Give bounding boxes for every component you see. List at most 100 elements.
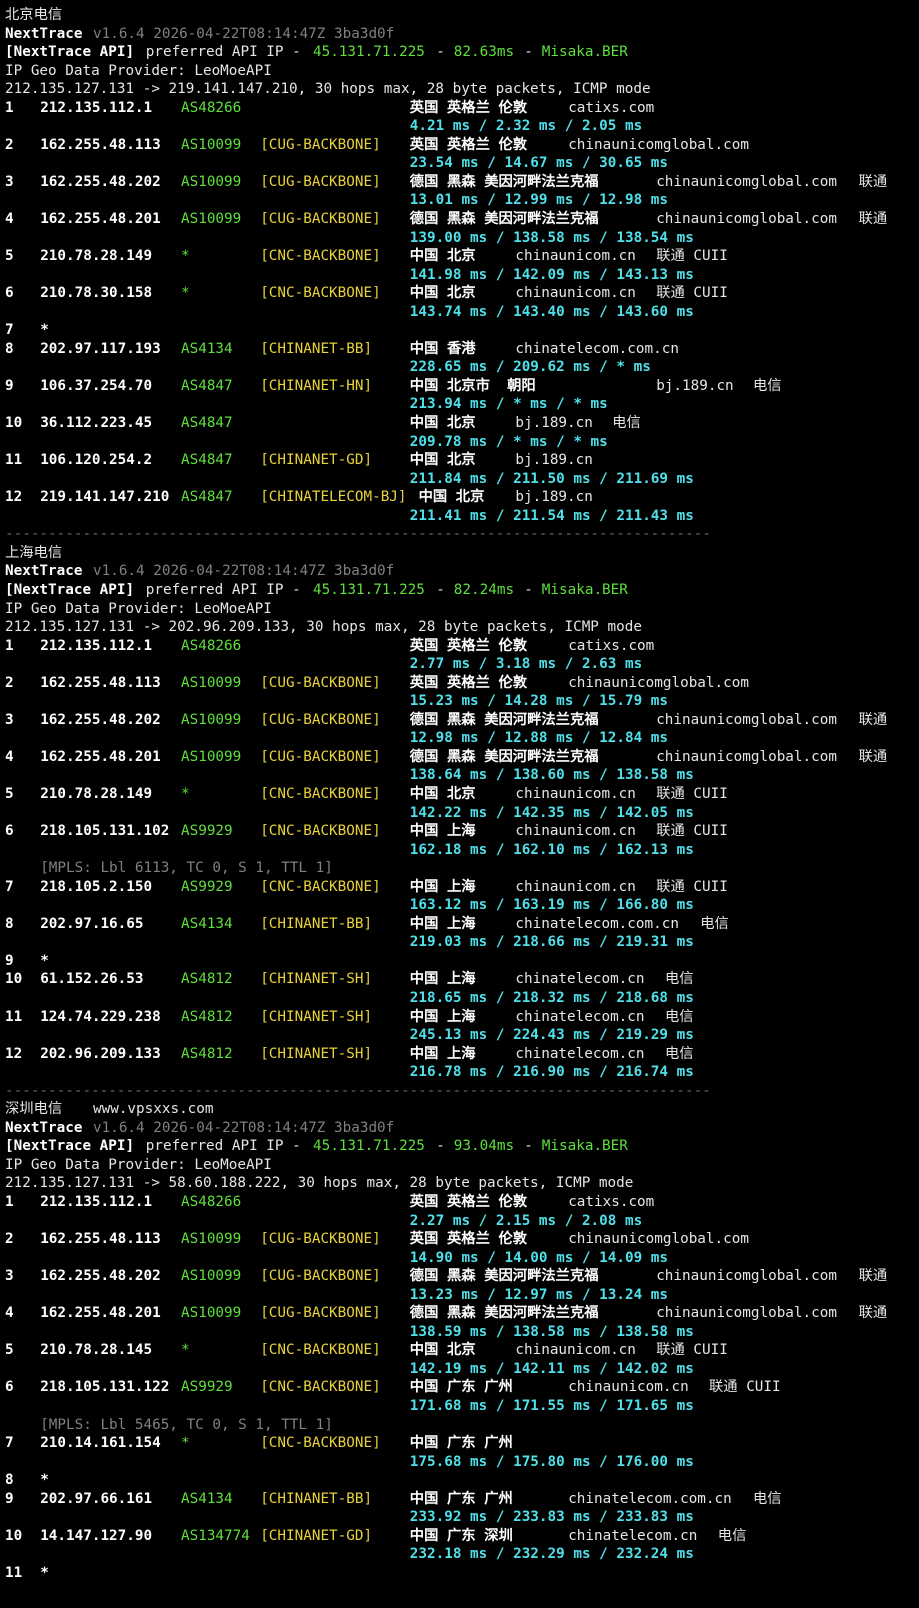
hop-rtt: 209.78 ms / * ms / * ms (409, 433, 608, 450)
hop-rtt-row: 2.27 ms / 2.15 ms / 2.08 ms (5, 1212, 919, 1231)
api-latency: 82.63ms (453, 44, 515, 61)
hop-row: 6 218.105.131.102 AS9929 [CNC-BACKBONE] 中国 上… (5, 822, 919, 841)
hop-row: 10 36.112.223.45 AS4847 中国 北京 bj.189.cn 电信 (5, 414, 919, 433)
hop-hostname: chinaunicomglobal.com (656, 711, 837, 728)
hop-hostname: chinaunicom.cn (515, 878, 636, 895)
hop-rtt-row: 209.78 ms / * ms / * ms (5, 433, 919, 452)
mpls-label: [MPLS: Lbl 6113, TC 0, S 1, TTL 1] (40, 860, 333, 877)
hop-asn: * (181, 248, 190, 265)
hop-ip: 218.105.131.102 (40, 823, 170, 840)
hop-rtt: 232.18 ms / 232.29 ms / 232.24 ms (409, 1546, 694, 1563)
version-line: NextTrace v1.6.4 2026-04-22T08:14:47Z 3ba… (5, 25, 919, 44)
hop-number: 11 (5, 1564, 23, 1581)
watermark-text: www.vpsxxs.com (93, 1101, 214, 1118)
hop-asn: AS9929 (181, 823, 233, 840)
hop-network-tag: [CHINANET-GD] (260, 1527, 373, 1544)
hop-row: 3 162.255.48.202 AS10099 [CUG-BACKBONE] 德国 黑… (5, 1267, 919, 1286)
hop-ip: 162.255.48.113 (40, 1231, 161, 1248)
hop-asn: AS48266 (181, 1194, 242, 1210)
hop-network-tag: [CNC-BACKBONE] (260, 785, 381, 802)
hop-geo: 德国 黑森 美因河畔法兰克福 (409, 711, 599, 728)
hop-ip: 202.97.16.65 (40, 915, 144, 932)
hop-isp: 联通 (858, 1268, 888, 1285)
hop-row: 7 210.14.161.154 * [CNC-BACKBONE] 中国 广东 广州 (5, 1434, 919, 1453)
hop-number: 1 (5, 99, 14, 116)
hop-hostname: catixs.com (568, 99, 655, 116)
hop-ip: 124.74.229.238 (40, 1008, 161, 1025)
hop-geo: 英国 英格兰 伦敦 (409, 1231, 528, 1248)
api-dash: - (524, 581, 533, 598)
hop-network-tag: [CNC-BACKBONE] (260, 823, 381, 840)
hop-rtt-row: 23.54 ms / 14.67 ms / 30.65 ms (5, 154, 919, 173)
hop-row: 8 202.97.16.65 AS4134 [CHINANET-BB] 中国 上海 chi… (5, 915, 919, 934)
hop-ip: 210.78.30.158 (40, 285, 153, 302)
hop-rtt: 139.00 ms / 138.58 ms / 138.54 ms (409, 229, 694, 246)
hop-ip: 162.255.48.113 (40, 674, 161, 691)
hop-network-tag: [CUG-BACKBONE] (260, 136, 381, 153)
hop-rtt: 13.01 ms / 12.99 ms / 12.98 ms (409, 192, 669, 209)
hop-number: 12 (5, 489, 23, 506)
hop-hostname: chinatelecom.com.cn (515, 340, 679, 357)
route-summary: 212.135.127.131 -> 202.96.209.133, 30 ho… (5, 619, 642, 636)
hop-geo: 中国 北京 (409, 452, 476, 469)
hop-hostname: bj.189.cn (656, 377, 734, 394)
hop-row: 6 210.78.30.158 * [CNC-BACKBONE] 中国 北京 chinau… (5, 284, 919, 303)
api-node: Misaka.BER (541, 581, 628, 598)
version-line: NextTrace v1.6.4 2026-04-22T08:14:47Z 3ba… (5, 1119, 919, 1138)
route-summary: 212.135.127.131 -> 58.60.188.222, 30 hop… (5, 1175, 634, 1192)
hop-network-tag: [CNC-BACKBONE] (260, 878, 381, 895)
geo-provider-line: IP Geo Data Provider: LeoMoeAPI (5, 62, 919, 81)
hop-row: 2 162.255.48.113 AS10099 [CUG-BACKBONE] 英国 英… (5, 1230, 919, 1249)
hop-isp: 联通 CUII (656, 1342, 728, 1359)
hop-number: 6 (5, 285, 14, 302)
hop-hostname: chinaunicomglobal.com (656, 1268, 837, 1285)
hop-isp: 电信 (665, 971, 694, 988)
hop-rtt: 141.98 ms / 142.09 ms / 143.13 ms (409, 266, 694, 283)
hop-ip: * (40, 952, 49, 969)
hop-number: 10 (5, 971, 23, 988)
hop-geo: 中国 北京市 朝阳 (409, 377, 536, 394)
hop-ip: * (40, 322, 49, 339)
hop-hostname: chinatelecom.cn (568, 1527, 698, 1544)
hop-hostname: chinaunicomglobal.com (656, 211, 837, 228)
hop-ip: 202.97.117.193 (40, 340, 161, 357)
hop-ip: 210.14.161.154 (40, 1435, 161, 1452)
hop-row: 7 218.105.2.150 AS9929 [CNC-BACKBONE] 中国 上海 c… (5, 878, 919, 897)
hop-row: 5 210.78.28.149 * [CNC-BACKBONE] 中国 北京 chinau… (5, 247, 919, 266)
hop-network-tag: [CUG-BACKBONE] (260, 1231, 381, 1248)
hop-number: 3 (5, 1268, 14, 1285)
mpls-row: [MPLS: Lbl 6113, TC 0, S 1, TTL 1] (5, 859, 919, 878)
hop-geo: 中国 北京 (409, 248, 476, 265)
hop-isp: 电信 (717, 1527, 747, 1544)
api-latency: 82.24ms (453, 581, 515, 598)
hop-rtt: 138.64 ms / 138.60 ms / 138.58 ms (409, 767, 694, 784)
hop-rtt-row: 216.78 ms / 216.90 ms / 216.74 ms (5, 1063, 919, 1082)
hop-number: 10 (5, 415, 23, 432)
hop-row: 2 162.255.48.113 AS10099 [CUG-BACKBONE] 英国 英… (5, 674, 919, 693)
hop-number: 2 (5, 136, 14, 153)
hop-geo: 中国 广东 深圳 (409, 1527, 513, 1544)
hop-hostname: chinaunicomglobal.com (656, 1305, 837, 1322)
section-title: 北京电信 (5, 6, 919, 25)
hop-asn: AS4812 (181, 1008, 233, 1025)
hop-rtt: 219.03 ms / 218.66 ms / 219.31 ms (409, 934, 694, 951)
hop-rtt-row: 139.00 ms / 138.58 ms / 138.54 ms (5, 229, 919, 248)
hop-number: 12 (5, 1045, 23, 1062)
hop-row: 7 * (5, 321, 919, 340)
hop-hostname: chinaunicom.cn (515, 285, 636, 302)
hop-asn: AS4847 (181, 452, 233, 469)
hop-network-tag: [CUG-BACKBONE] (260, 173, 381, 190)
hop-row: 8 202.97.117.193 AS4134 [CHINANET-BB] 中国 香港 c… (5, 340, 919, 359)
hop-asn: * (181, 285, 190, 302)
hop-isp: 电信 (753, 377, 782, 394)
hop-rtt: 175.68 ms / 175.80 ms / 176.00 ms (409, 1453, 694, 1470)
section-divider: ----------------------------------------… (5, 526, 711, 543)
hop-rtt: 12.98 ms / 12.88 ms / 12.84 ms (409, 730, 669, 747)
hop-ip: 162.255.48.201 (40, 211, 161, 228)
hop-network-tag: [CHINANET-SH] (260, 971, 373, 988)
hop-number: 6 (5, 1379, 14, 1396)
hop-geo: 中国 上海 (409, 971, 476, 988)
hop-rtt-row: 13.01 ms / 12.99 ms / 12.98 ms (5, 191, 919, 210)
hop-asn: * (181, 1342, 190, 1359)
geo-provider: IP Geo Data Provider: LeoMoeAPI (5, 600, 272, 617)
